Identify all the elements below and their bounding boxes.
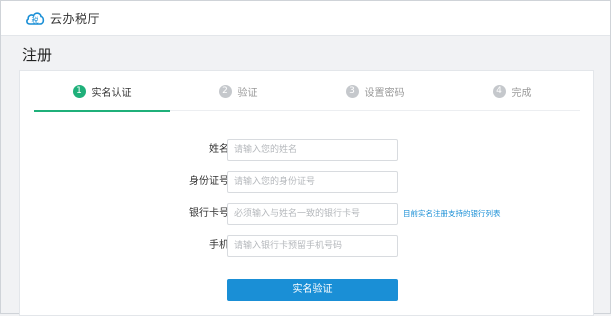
registration-card: 1 实名认证 2 验证 3 设置密码 4 完成 姓名： 身份证号： (19, 70, 594, 316)
step-verify: 2 验证 (170, 71, 306, 111)
step-label: 完成 (511, 87, 532, 99)
real-name-verify-button[interactable]: 实名验证 (227, 279, 398, 301)
step-number-badge: 3 (345, 84, 359, 98)
phone-input[interactable] (227, 235, 398, 257)
step-set-password: 3 设置密码 (307, 71, 443, 111)
page-title: 注册 (22, 46, 53, 64)
svg-text:税: 税 (32, 16, 39, 25)
top-header: 税 云办税厅 (1, 1, 610, 36)
step-label: 实名认证 (91, 87, 132, 99)
app-window: 税 云办税厅 注册 1 实名认证 2 验证 3 设置密码 4 完成 姓名： 请输… (0, 0, 611, 316)
step-complete: 4 完成 (444, 71, 580, 111)
app-title: 云办税厅 (50, 12, 101, 26)
step-real-name-auth: 1 实名认证 (34, 71, 170, 112)
form-row-bank-card: 银行卡号： 目前实名注册支持的银行列表 (20, 203, 595, 225)
cloud-tax-logo-icon: 税 (26, 12, 45, 25)
step-label: 设置密码 (364, 87, 405, 99)
supported-banks-link[interactable]: 目前实名注册支持的银行列表 (403, 203, 501, 225)
id-number-input[interactable] (227, 171, 398, 193)
form-row-id-number: 身份证号： (20, 171, 595, 193)
step-number-badge: 4 (492, 84, 506, 98)
name-input[interactable] (227, 139, 398, 161)
bank-card-input[interactable] (227, 203, 398, 225)
form-row-name: 姓名： (20, 139, 595, 161)
form-row-phone: 手机： (20, 235, 595, 257)
step-number-badge: 1 (72, 84, 86, 98)
step-progress-bar: 1 实名认证 2 验证 3 设置密码 4 完成 (34, 71, 580, 112)
step-label: 验证 (237, 87, 258, 99)
step-number-badge: 2 (218, 84, 232, 98)
